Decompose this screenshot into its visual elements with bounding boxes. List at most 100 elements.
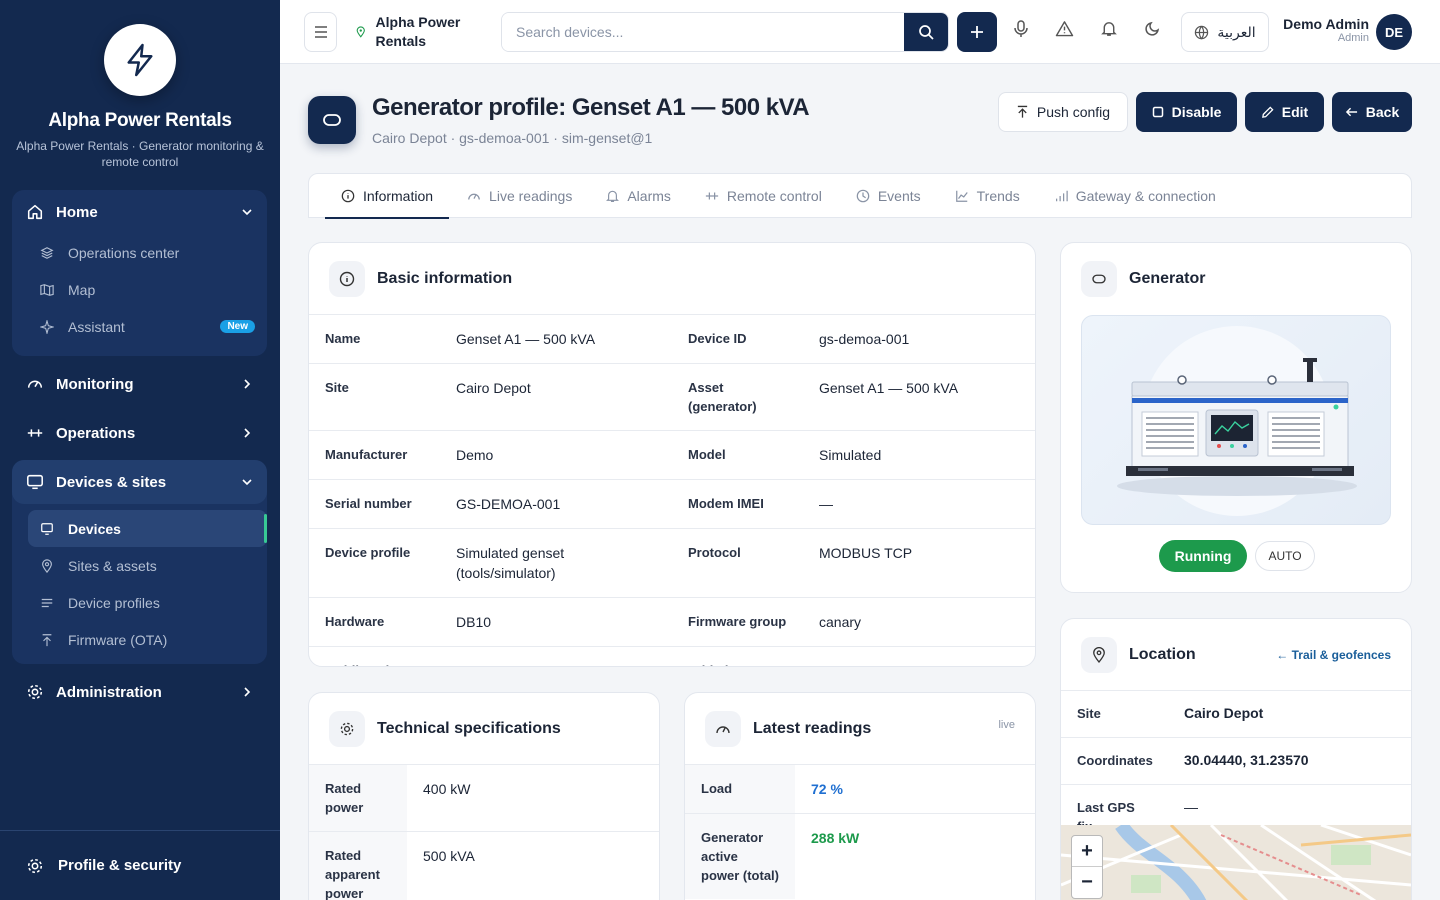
nav-devices-sites[interactable]: Devices & sites: [12, 460, 267, 504]
nav-devices[interactable]: Devices: [28, 510, 267, 547]
field-label: Protocol: [688, 545, 741, 560]
language-switcher[interactable]: العربية: [1181, 12, 1269, 52]
disable-label: Disable: [1171, 104, 1222, 120]
field-value: MODBUS TCP: [819, 545, 913, 561]
status-badge: Running: [1159, 540, 1247, 572]
nav-firmware[interactable]: Firmware (OTA): [12, 621, 267, 658]
reading-value: 288 kW: [811, 830, 860, 846]
tab-events[interactable]: Events: [840, 174, 937, 218]
pin-icon: [356, 26, 365, 38]
nav-monitoring-label: Monitoring: [56, 375, 134, 393]
table-row: Device profile Simulated genset (tools/si…: [309, 529, 1035, 598]
location-map[interactable]: + −: [1061, 825, 1411, 900]
tab-information[interactable]: Information: [325, 174, 450, 219]
user-name: Demo Admin: [1283, 16, 1369, 32]
reading-value: 72 %: [811, 781, 843, 797]
search-button[interactable]: [904, 13, 948, 51]
user-info[interactable]: Demo Admin Admin: [1281, 16, 1369, 44]
bell-icon[interactable]: [1101, 20, 1117, 37]
search-icon: [919, 25, 934, 40]
table-row: Serial number GS-DEMOA-001 Modem IMEI —: [309, 480, 1035, 529]
nav-firmware-label: Firmware (OTA): [68, 631, 168, 648]
pin-icon: [1081, 636, 1117, 673]
moon-icon[interactable]: [1145, 20, 1161, 36]
trail-geofences-link[interactable]: ← Trail & geofences: [1276, 648, 1391, 662]
language-label: العربية: [1217, 23, 1256, 40]
back-label: Back: [1365, 104, 1400, 120]
zoom-in-button[interactable]: +: [1072, 836, 1102, 867]
brand-subtitle: Alpha Power Rentals · Generator monitori…: [16, 139, 264, 169]
location-title: Location: [1129, 645, 1196, 663]
monitor-icon: [27, 474, 43, 490]
tab-alarms[interactable]: Alarms: [590, 174, 687, 218]
info-icon: [341, 189, 355, 203]
stop-icon: [1152, 106, 1163, 118]
back-button[interactable]: Back: [1332, 92, 1412, 132]
tab-trends[interactable]: Trends: [939, 174, 1036, 218]
nav-administration-label: Administration: [56, 683, 162, 701]
microphone-icon[interactable]: [1013, 20, 1029, 38]
new-badge: New: [220, 320, 255, 333]
mode-badge: AUTO: [1255, 541, 1315, 571]
tab-gateway-connection[interactable]: Gateway & connection: [1038, 174, 1232, 218]
tab-label: Alarms: [627, 188, 671, 204]
basic-info-card: Basic information Name Genset A1 — 500 kV…: [308, 242, 1036, 667]
avatar[interactable]: DE: [1376, 14, 1412, 50]
push-config-button[interactable]: Push config: [998, 92, 1128, 132]
tab-label: Gateway & connection: [1075, 188, 1216, 204]
nav-operations-center[interactable]: Operations center: [12, 234, 267, 271]
brand-logo: [104, 24, 176, 96]
field-value: Simulated: [819, 447, 882, 463]
edit-label: Edit: [1281, 104, 1309, 120]
disable-button[interactable]: Disable: [1136, 92, 1237, 132]
sliders-icon: [705, 192, 719, 200]
field-value: Genset A1 — 500 kVA: [456, 331, 596, 347]
nav-operations[interactable]: Operations: [12, 411, 267, 455]
nav-home[interactable]: Home: [12, 190, 267, 234]
table-row: Hardware DB10 Firmware group canary: [309, 598, 1035, 647]
add-button[interactable]: [957, 12, 997, 52]
tab-live-readings[interactable]: Live readings: [451, 174, 588, 218]
generator-card: Generator Running AUTO: [1060, 242, 1412, 593]
generator-icon: [323, 114, 341, 126]
field-value: Cairo Depot: [1184, 705, 1264, 721]
profile-security-label: Profile & security: [58, 857, 182, 874]
plus-icon: [971, 26, 983, 38]
page-subtitle: Cairo Depot · gs-demoa-001 · sim-genset@…: [372, 130, 653, 146]
menu-button[interactable]: [304, 12, 337, 52]
basic-info-table: Name Genset A1 — 500 kVA Device ID gs-demoa…: [309, 315, 1035, 666]
field-value: Genset A1 — 500 kVA: [819, 380, 959, 396]
search-input[interactable]: [502, 13, 904, 51]
nav-device-profiles-label: Device profiles: [68, 594, 160, 611]
field-value: canary: [819, 614, 862, 630]
nav-device-profiles[interactable]: Device profiles: [12, 584, 267, 621]
tab-label: Live readings: [489, 188, 573, 204]
profile-security[interactable]: Profile & security: [0, 830, 280, 900]
home-icon: [27, 204, 43, 220]
nav-map[interactable]: Map: [12, 271, 267, 308]
zoom-control: + −: [1071, 835, 1103, 899]
signal-icon: [1055, 190, 1068, 202]
nav-home-label: Home: [56, 203, 98, 221]
field-value: No: [440, 647, 672, 666]
company-selector[interactable]: Alpha Power Rentals: [356, 13, 486, 51]
upload-icon: [1017, 105, 1028, 118]
field-value: GS-DEMOA-001: [456, 496, 561, 512]
nav-assistant[interactable]: Assistant New: [12, 308, 267, 345]
edit-button[interactable]: Edit: [1245, 92, 1324, 132]
zoom-out-button[interactable]: −: [1072, 867, 1102, 897]
monitor-icon: [41, 522, 53, 535]
search-bar: [501, 12, 949, 52]
tab-label: Events: [877, 188, 921, 204]
list-icon: [41, 598, 53, 607]
layers-icon: [40, 246, 54, 259]
field-label: Coordinates: [1077, 753, 1153, 768]
tab-remote-control[interactable]: Remote control: [689, 174, 838, 218]
nav-administration[interactable]: Administration: [12, 670, 267, 714]
sliders-icon: [27, 429, 43, 437]
gear-icon: [27, 858, 43, 873]
field-value: Cairo Depot: [456, 380, 531, 396]
nav-sites-assets[interactable]: Sites & assets: [12, 547, 267, 584]
warning-icon[interactable]: [1055, 20, 1074, 37]
nav-monitoring[interactable]: Monitoring: [12, 362, 267, 406]
